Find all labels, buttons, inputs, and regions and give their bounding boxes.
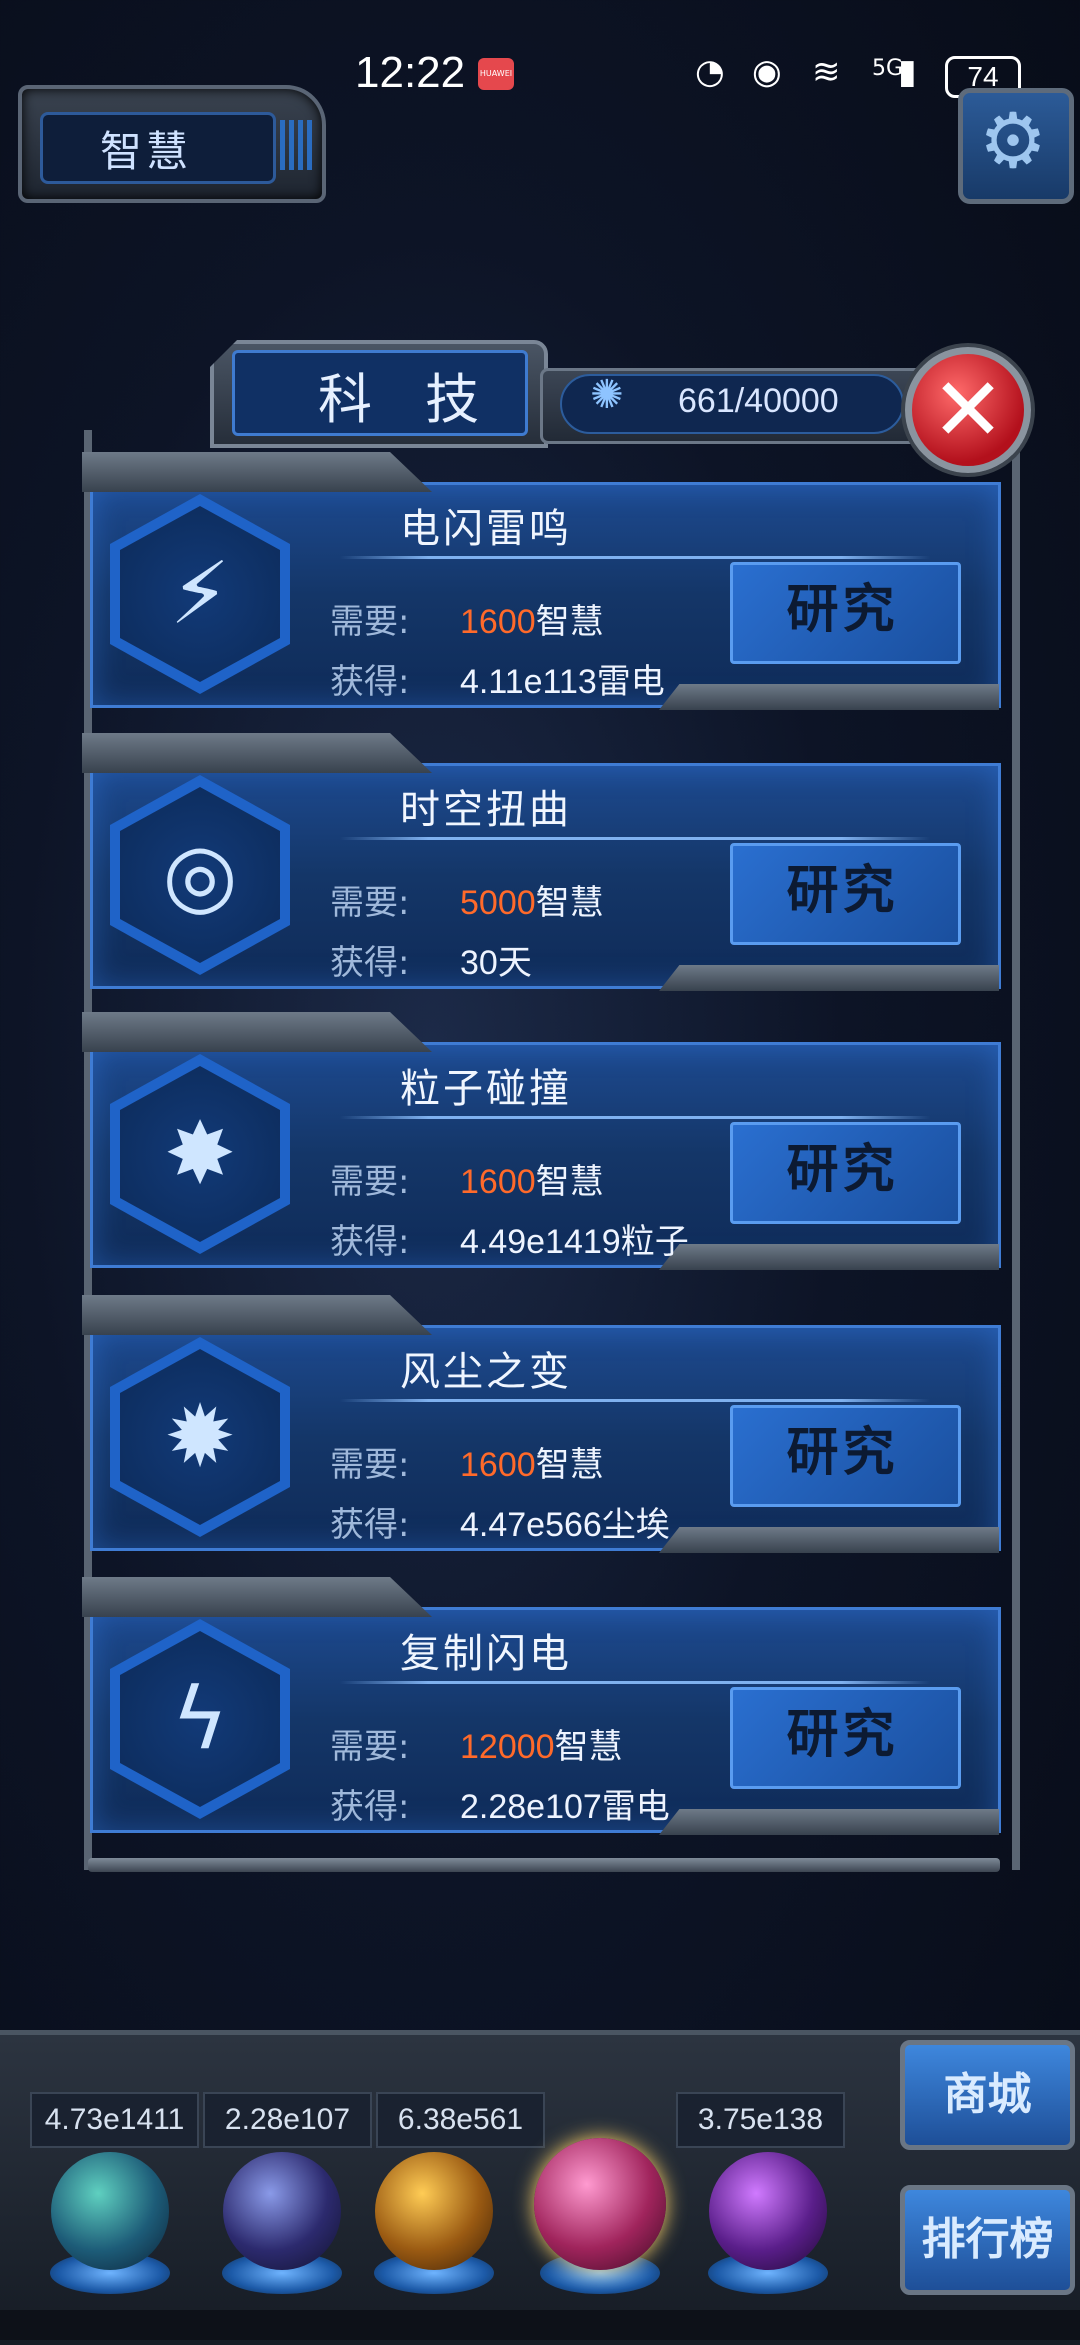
dust-burst-icon: ✹ [163, 1387, 237, 1487]
divider [340, 1681, 930, 1684]
status-time: 12:22 [355, 48, 466, 97]
tech-name: 粒子碰撞 [400, 1066, 572, 1112]
card-tab [82, 733, 432, 773]
spacetime-orb-icon[interactable] [709, 2152, 827, 2270]
need-label: 需要: [330, 1727, 410, 1767]
divider [340, 556, 930, 559]
card-tab [82, 1577, 432, 1617]
tech-card: ⚡ 电闪雷鸣 需要: 1600智慧 获得: 4.11e113雷电 研究 [82, 452, 1001, 710]
research-button-label[interactable]: 研究 [730, 1122, 955, 1218]
tech-card: ϟ 复制闪电 需要: 12000智慧 获得: 2.28e107雷电 研究 [82, 1577, 1001, 1835]
divider [340, 837, 930, 840]
need-value: 12000智慧 [460, 1719, 623, 1768]
panel-title: 科 技 [318, 368, 498, 431]
card-tab [82, 1295, 432, 1335]
ranking-button[interactable]: 排行榜 [900, 2185, 1075, 2295]
need-unit: 智慧 [535, 884, 604, 922]
need-unit: 智慧 [535, 1163, 604, 1201]
need-number: 12000 [460, 1728, 555, 1766]
eye-icon: ◉ [752, 52, 782, 92]
resource-counter: 3.75e138 [676, 2092, 845, 2148]
need-label: 需要: [330, 602, 410, 642]
gain-value: 30天 [460, 944, 532, 982]
gain-value: 4.11e113雷电 [460, 663, 665, 701]
tech-name: 复制闪电 [400, 1631, 572, 1677]
need-value: 1600智慧 [460, 1154, 604, 1203]
resource-counter: 2.28e107 [203, 2092, 372, 2148]
need-unit: 智慧 [535, 1446, 604, 1484]
need-label: 需要: [330, 883, 410, 923]
speed-icon: ◔ [695, 52, 725, 92]
gain-label: 获得: [330, 1505, 410, 1545]
need-value: 1600智慧 [460, 594, 604, 643]
wifi-icon: ≋ [812, 52, 841, 92]
lightning-orb-icon[interactable] [223, 2152, 341, 2270]
page-title: 智慧 [100, 127, 193, 176]
card-foot [659, 1809, 999, 1835]
card-foot [659, 1527, 999, 1553]
panel-frame-bottom [88, 1858, 1000, 1872]
particle-orb-icon[interactable] [51, 2152, 169, 2270]
need-number: 1600 [460, 603, 536, 641]
gain-label: 获得: [330, 943, 410, 983]
gain-label: 获得: [330, 662, 410, 702]
plate-stripes [280, 120, 316, 170]
gear-icon[interactable]: ⚙ [968, 96, 1058, 186]
card-foot [659, 684, 999, 710]
research-button-label[interactable]: 研究 [730, 1405, 955, 1501]
research-button-label[interactable]: 研究 [730, 843, 955, 939]
need-number: 1600 [460, 1446, 536, 1484]
resource-counter: 4.73e1411 [30, 2092, 199, 2148]
resource-count: 661/40000 [678, 382, 839, 420]
shop-button[interactable]: 商城 [900, 2040, 1075, 2150]
card-foot [659, 965, 999, 991]
need-number: 5000 [460, 884, 536, 922]
divider [340, 1399, 930, 1402]
huawei-notification-icon: HUAWEI [478, 58, 514, 90]
card-foot [659, 1244, 999, 1270]
need-label: 需要: [330, 1162, 410, 1202]
tech-name: 时空扭曲 [400, 787, 572, 833]
card-tab [82, 452, 432, 492]
need-unit: 智慧 [554, 1728, 623, 1766]
card-tab [82, 1012, 432, 1052]
gain-label: 获得: [330, 1787, 410, 1827]
particle-collision-icon: ✸ [163, 1104, 237, 1204]
dust-orb-icon[interactable] [375, 2152, 493, 2270]
tech-card: ✹ 风尘之变 需要: 1600智慧 获得: 4.47e566尘埃 研究 [82, 1295, 1001, 1553]
need-unit: 智慧 [535, 603, 604, 641]
brain-orb-icon[interactable] [534, 2138, 666, 2270]
gain-label: 获得: [330, 1222, 410, 1262]
research-button-label[interactable]: 研究 [730, 562, 955, 658]
bottom-strip [0, 2310, 1080, 2340]
need-number: 1600 [460, 1163, 536, 1201]
research-button-label[interactable]: 研究 [730, 1687, 955, 1783]
signal-icon: ▮ [898, 52, 917, 92]
gain-value: 4.47e566尘埃 [460, 1506, 670, 1544]
gain-value: 2.28e107雷电 [460, 1788, 670, 1826]
need-label: 需要: [330, 1445, 410, 1485]
lightning-strike-icon: ⚡ [169, 544, 231, 644]
gain-value: 4.49e1419粒子 [460, 1223, 689, 1261]
need-value: 5000智慧 [460, 875, 604, 924]
divider [340, 1116, 930, 1119]
resource-counter: 6.38e561 [376, 2092, 545, 2148]
tech-card: ✸ 粒子碰撞 需要: 1600智慧 获得: 4.49e1419粒子 研究 [82, 1012, 1001, 1270]
tech-name: 电闪雷鸣 [400, 506, 572, 552]
need-value: 1600智慧 [460, 1437, 604, 1486]
vortex-icon: ◎ [162, 825, 238, 925]
tech-card: ◎ 时空扭曲 需要: 5000智慧 获得: 30天 研究 [82, 733, 1001, 991]
brain-icon: ✺ [590, 372, 624, 418]
tech-name: 风尘之变 [400, 1349, 572, 1395]
copy-lightning-icon: ϟ [171, 1669, 229, 1769]
